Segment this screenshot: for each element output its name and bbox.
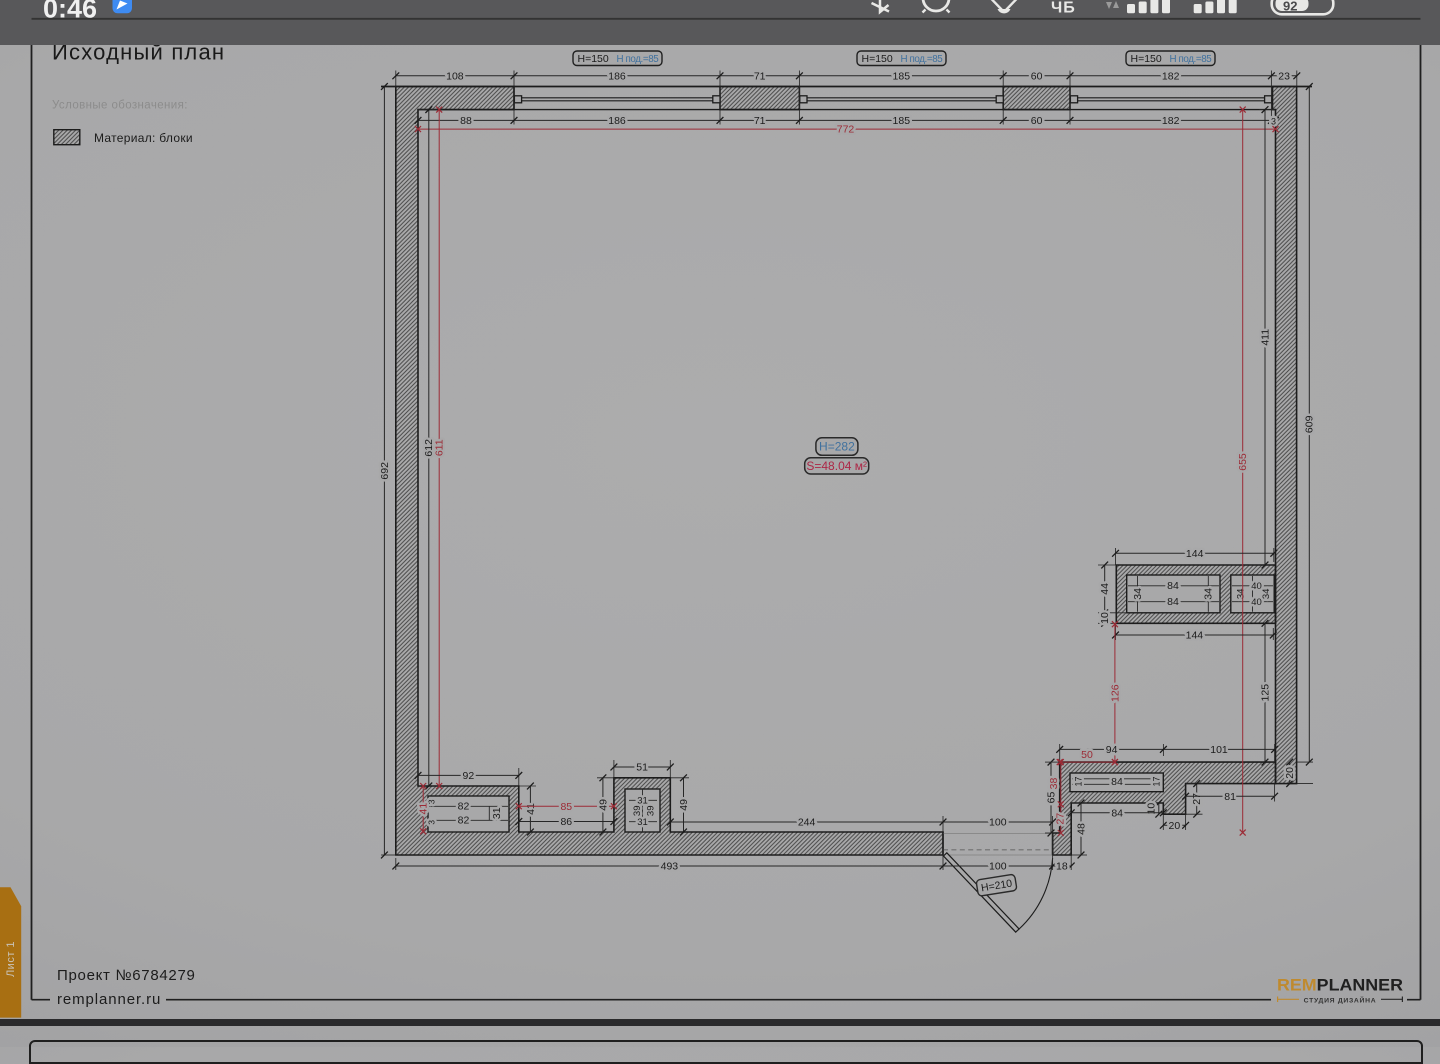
svg-text:125: 125 [1259, 684, 1271, 702]
svg-text:144: 144 [1186, 548, 1204, 560]
svg-text:82: 82 [458, 815, 470, 827]
svg-text:182: 182 [1162, 115, 1180, 127]
svg-text:182: 182 [1162, 70, 1180, 82]
svg-text:20: 20 [1169, 820, 1181, 832]
svg-text:65: 65 [1045, 792, 1057, 804]
svg-text:185: 185 [893, 70, 911, 82]
svg-text:101: 101 [1210, 744, 1228, 756]
svg-text:100: 100 [989, 861, 1007, 873]
svg-text:85: 85 [560, 801, 572, 813]
svg-text:772: 772 [837, 124, 855, 136]
svg-text:REMPLANNER: REMPLANNER [1277, 976, 1403, 995]
svg-text:86: 86 [560, 816, 572, 828]
svg-text:10: 10 [1099, 612, 1111, 624]
svg-text:71: 71 [754, 115, 766, 127]
svg-text:41: 41 [418, 803, 430, 815]
svg-text:27: 27 [1055, 813, 1067, 825]
svg-text:38: 38 [1048, 778, 1060, 790]
svg-text:411: 411 [1259, 329, 1271, 346]
svg-text:18: 18 [1056, 861, 1068, 873]
svg-text:108: 108 [446, 70, 464, 82]
svg-text:СТУДИЯ ДИЗАЙНА: СТУДИЯ ДИЗАЙНА [1304, 995, 1377, 1004]
svg-text:60: 60 [1031, 115, 1043, 127]
svg-text:144: 144 [1186, 630, 1204, 642]
svg-text:Н под.=85: Н под.=85 [617, 54, 660, 65]
svg-text:39: 39 [645, 806, 656, 817]
svg-text:Н под.=85: Н под.=85 [1170, 54, 1213, 65]
svg-text:27: 27 [1191, 793, 1203, 805]
svg-text:493: 493 [661, 861, 679, 873]
svg-text:186: 186 [608, 70, 626, 82]
svg-text:92: 92 [1283, 0, 1297, 14]
svg-text:88: 88 [460, 115, 472, 127]
svg-text:44: 44 [1099, 583, 1111, 595]
svg-text:H=150: H=150 [1131, 53, 1162, 65]
svg-text:31: 31 [637, 796, 648, 807]
svg-text:23: 23 [1278, 70, 1290, 82]
svg-text:17: 17 [1074, 776, 1084, 786]
svg-text:34: 34 [1132, 588, 1144, 600]
svg-text:94: 94 [1106, 744, 1118, 756]
svg-text:remplanner.ru: remplanner.ru [57, 991, 161, 1008]
svg-text:34: 34 [1236, 589, 1247, 600]
svg-text:Н под.=85: Н под.=85 [901, 54, 944, 65]
svg-text:692: 692 [379, 462, 391, 480]
svg-text:S=48.04 м²: S=48.04 м² [806, 459, 867, 473]
svg-text:92: 92 [463, 770, 475, 782]
svg-text:81: 81 [1224, 791, 1236, 803]
svg-text:60: 60 [1031, 70, 1043, 82]
svg-text:17: 17 [1152, 776, 1162, 786]
svg-text:186: 186 [608, 115, 626, 127]
svg-text:49: 49 [597, 799, 609, 811]
svg-text:H=282: H=282 [819, 440, 855, 454]
svg-text:Условные обозначения:: Условные обозначения: [52, 100, 188, 112]
svg-text:34: 34 [1261, 589, 1272, 600]
svg-text:185: 185 [893, 115, 911, 127]
svg-text:39: 39 [632, 806, 643, 817]
svg-text:84: 84 [1167, 596, 1179, 608]
svg-text:0:46: 0:46 [43, 0, 97, 24]
svg-text:H=150: H=150 [862, 53, 893, 65]
svg-text:41: 41 [525, 803, 537, 815]
svg-text:50: 50 [1081, 749, 1093, 761]
svg-text:48: 48 [1075, 823, 1087, 835]
svg-text:84: 84 [1111, 776, 1123, 788]
svg-text:611: 611 [434, 439, 446, 456]
svg-text:84: 84 [1167, 580, 1179, 592]
svg-text:71: 71 [754, 70, 766, 82]
svg-text:20: 20 [1284, 767, 1296, 779]
svg-text:3: 3 [1271, 116, 1276, 126]
svg-text:3: 3 [427, 820, 437, 825]
svg-text:609: 609 [1304, 415, 1316, 433]
svg-text:Проект №6784279: Проект №6784279 [57, 967, 196, 984]
svg-text:51: 51 [636, 762, 648, 774]
svg-text:84: 84 [1111, 807, 1123, 819]
svg-text:100: 100 [989, 817, 1007, 829]
svg-text:126: 126 [1109, 684, 1121, 702]
svg-text:655: 655 [1237, 453, 1249, 471]
svg-text:ЧБ: ЧБ [1051, 0, 1076, 17]
svg-text:Лист 1: Лист 1 [5, 941, 17, 977]
svg-text:244: 244 [798, 817, 816, 829]
svg-text:49: 49 [678, 799, 690, 811]
svg-text:Материал: блоки: Материал: блоки [94, 131, 193, 145]
svg-text:31: 31 [491, 807, 503, 819]
svg-text:H=150: H=150 [578, 53, 609, 65]
svg-text:31: 31 [637, 817, 648, 828]
svg-text:82: 82 [458, 801, 470, 813]
svg-text:34: 34 [1203, 588, 1215, 600]
